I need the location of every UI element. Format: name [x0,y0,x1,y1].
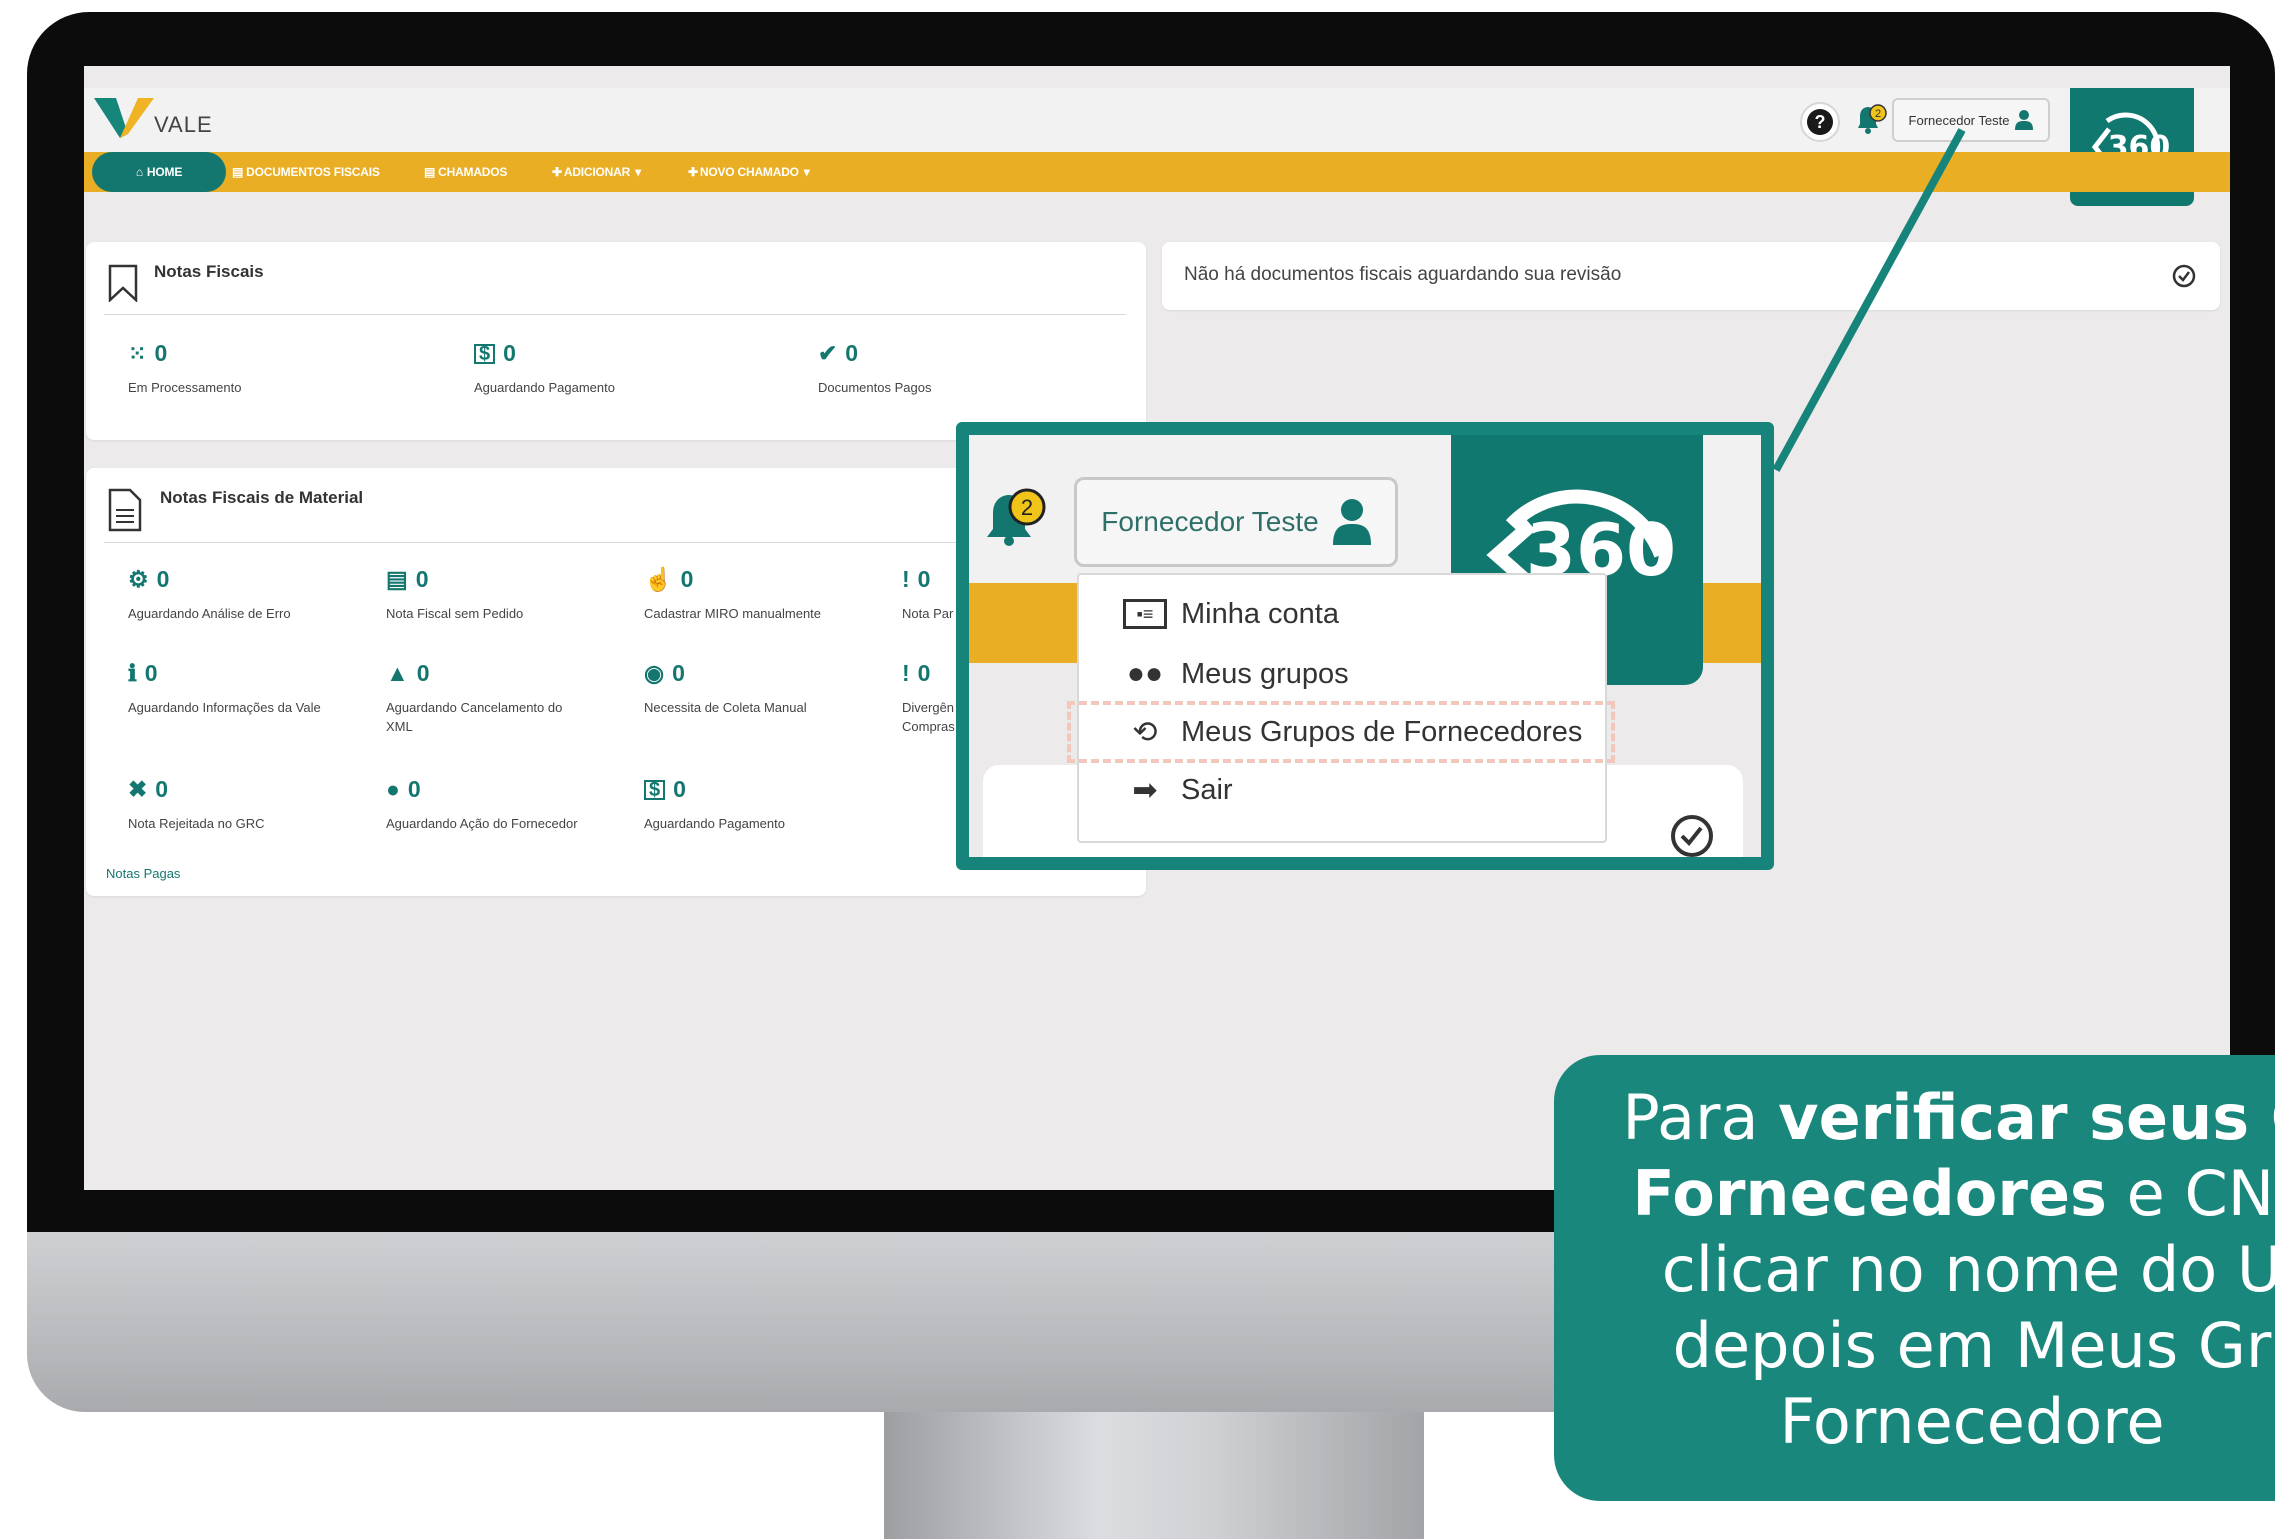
check-circle-icon [2172,264,2196,288]
instruction-line-5: Fornecedore [1779,1385,2165,1458]
exclamation-icon: ! [902,566,910,592]
times-icon: ✖ [128,776,148,802]
nav-chamados[interactable]: ▤ CHAMADOS [424,152,507,192]
stat-aguardando-info-vale[interactable]: ℹ0 [128,660,158,687]
user-icon: ● [386,776,400,802]
instruction-text: Para verificar seus G Fornecedores e CNP… [1592,1080,2275,1460]
highlight-box [1067,701,1615,763]
document-icon: ▤ [232,165,244,179]
menu-item-sair[interactable]: ➡ Sair [1123,767,1232,813]
bookmark-icon [108,264,138,302]
stat-aguardando-pagamento-material[interactable]: $0 [644,776,686,803]
stat-label: Nota Rejeitada no GRC [128,816,265,831]
user-circle-icon: ◉ [644,660,665,686]
bell-icon: 2 [987,488,1046,546]
instruction-line-1: Para verificar seus G [1622,1081,2275,1154]
main-navbar: ⌂ HOME ▤ DOCUMENTOS FISCAIS ▤ CHAMADOS ✚ ADI… [84,152,2230,192]
notas-pagas-link[interactable]: Notas Pagas [106,866,180,881]
stat-aguardando-pagamento[interactable]: $0 [474,340,516,367]
check-icon: ✔ [818,340,838,366]
users-icon: ●● [1126,657,1164,690]
stat-label: Aguardando Cancelamento do XML [386,700,563,734]
card-title: Notas Fiscais de Material [160,488,364,507]
nav-novo-chamado[interactable]: ✚ NOVO CHAMADO ▾ [688,152,810,192]
divider [104,314,1126,315]
file-text-icon: ▤ [386,566,408,592]
notifications-button[interactable]: 2 [1854,104,1888,139]
stat-label: Documentos Pagos [818,380,932,395]
revisao-card: Não há documentos fiscais aguardando sua… [1162,242,2220,310]
user-menu-button[interactable]: Fornecedor Teste [1892,98,2050,142]
monitor-stand [884,1412,1424,1539]
money-icon: $ [474,343,496,364]
instruction-line-3: clicar no nome do U [1661,1233,2275,1306]
stat-label: Aguardando Pagamento [474,380,615,395]
hand-pointer-icon: ☝ [644,566,673,592]
stat-nota-par[interactable]: ! 0 [902,566,930,593]
menu-item-meus-grupos[interactable]: ●● Meus grupos [1123,651,1349,697]
nav-home[interactable]: ⌂ HOME [92,152,226,192]
stat-label: Aguardando Pagamento [644,816,785,831]
plus-icon: ✚ [688,165,698,179]
stat-documentos-pagos[interactable]: ✔ 0 [818,340,858,367]
notas-fiscais-card: Notas Fiscais ⁙ 0 Em Processamento $0 Agu… [86,242,1146,440]
stat-label: Em Processamento [128,380,242,395]
brand-name: VALE [154,112,213,137]
instruction-line-4: depois em Meus Gr [1672,1309,2272,1382]
id-card-icon: ▪≡ [1123,599,1167,629]
stat-cadastrar-miro[interactable]: ☝ 0 [644,566,693,593]
gears-icon: ⚙ [128,566,149,592]
user-name: Fornecedor Teste [1101,506,1319,537]
document-icon: ▤ [424,165,436,179]
help-button[interactable]: ? [1800,102,1840,142]
stat-label: Aguardando Ação do Fornecedor [386,816,578,831]
caret-down-icon: ▾ [635,165,641,179]
stat-label: Cadastrar MIRO manualmente [644,606,822,621]
stat-label: Divergên Compras [902,700,955,734]
stat-aguardando-analise-erro[interactable]: ⚙ 0 [128,566,169,593]
bell-icon: 2 [1858,104,1887,134]
stat-label: Nota Par [902,606,954,621]
user-name: Fornecedor Teste [1908,112,2010,128]
zoom-callout-panel: 360 2 Fornecedor Teste ▪≡ Minha conta ●●… [956,422,1774,870]
stat-acao-fornecedor[interactable]: ● 0 [386,776,421,803]
stat-label: Nota Fiscal sem Pedido [386,606,524,621]
instruction-line-2: Fornecedores e CNP [1632,1157,2275,1230]
sign-out-icon: ➡ [1132,773,1158,807]
stat-label: Necessita de Coleta Manual [644,700,807,715]
stat-label: Aguardando Informações da Vale [128,700,321,715]
check-circle-icon [1671,815,1713,857]
revisao-message: Não há documentos fiscais aguardando sua… [1184,264,1622,285]
info-circle-icon: ℹ [128,660,137,686]
zoom-notifications[interactable]: 2 [981,487,1047,552]
stat-nota-rejeitada-grc[interactable]: ✖ 0 [128,776,168,803]
home-icon: ⌂ [135,165,143,179]
user-icon [2015,110,2034,130]
warning-icon: ▲ [386,660,409,686]
plus-icon: ✚ [552,165,562,179]
spinner-icon: ⁙ [128,340,147,366]
notification-badge: 2 [1875,108,1881,120]
stat-em-processamento[interactable]: ⁙ 0 [128,340,167,367]
nav-documentos-fiscais[interactable]: ▤ DOCUMENTOS FISCAIS [232,152,380,192]
stat-label: Aguardando Análise de Erro [128,606,291,621]
card-title: Notas Fiscais [154,262,264,281]
help-icon: ? [1807,109,1833,135]
user-icon [1332,499,1371,545]
stat-aguardando-cancelamento[interactable]: ▲ 0 [386,660,430,687]
zoom-user-menu-button[interactable]: Fornecedor Teste [1074,477,1398,567]
stat-nota-sem-pedido[interactable]: ▤ 0 [386,566,429,593]
nav-adicionar[interactable]: ✚ ADICIONAR ▾ [552,152,641,192]
money-icon: $ [644,779,666,800]
stat-coleta-manual[interactable]: ◉ 0 [644,660,685,687]
document-icon [108,488,142,532]
menu-item-minha-conta[interactable]: ▪≡ Minha conta [1123,591,1339,637]
caret-down-icon: ▾ [803,165,810,179]
exclamation-icon: ! [902,660,910,686]
vale-logo-icon[interactable] [94,94,156,140]
notification-badge: 2 [1021,495,1033,520]
stat-divergencia-compras[interactable]: ! 0 [902,660,930,687]
